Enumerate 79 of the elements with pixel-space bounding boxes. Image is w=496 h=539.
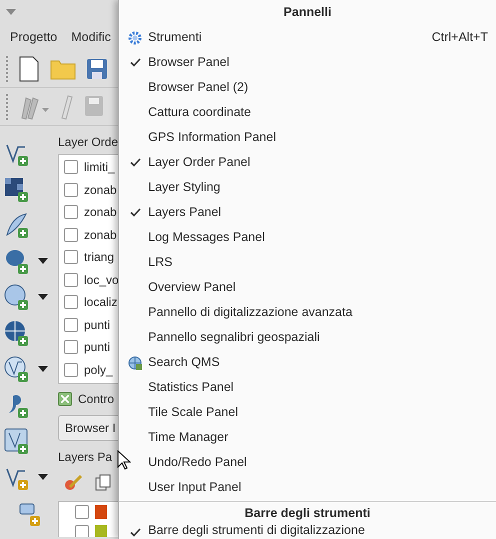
layer-name[interactable]: poly_ [84, 360, 113, 379]
layer-name[interactable]: zonab [84, 203, 117, 222]
gear-icon [128, 30, 142, 44]
menu-item[interactable]: Barre degli strumenti di digitalizzazione [119, 522, 496, 539]
layer-name[interactable]: zonab [84, 226, 117, 244]
menu-item-label: Barre degli strumenti di digitalizzazione [148, 522, 366, 539]
checkbox[interactable] [64, 228, 78, 242]
menu-item-label: Log Messages Panel [148, 229, 266, 246]
menu-item[interactable]: Modific [71, 28, 111, 46]
vector-box-icon[interactable] [4, 428, 30, 454]
menu-item-label: LRS [148, 254, 174, 272]
checkbox[interactable] [58, 392, 72, 406]
checkbox[interactable] [64, 160, 78, 174]
copy-layer-icon[interactable] [94, 474, 111, 492]
menu-item-label: Browser Panel (2) [148, 79, 250, 96]
menu-item-label: Statistics Panel [148, 379, 235, 396]
menu-item-label: Search QMS [148, 354, 221, 372]
save-icon[interactable] [86, 58, 108, 80]
menu-item[interactable]: Layers Panel [119, 200, 496, 225]
menu-item[interactable]: Search QMS [119, 350, 496, 375]
panel-title: Layers Pa [58, 449, 112, 466]
menu-item-label: Pannello segnalibri geospaziali [148, 329, 321, 346]
menu-item-label: Layers Panel [148, 204, 222, 222]
menu-section-title: Barre degli strumenti [244, 505, 372, 522]
feather-icon[interactable] [4, 212, 30, 238]
menu-item[interactable]: Progetto [10, 28, 58, 46]
menu-item-label: Overview Panel [148, 279, 237, 296]
dropdown-arrow-icon[interactable] [38, 258, 48, 264]
shortcut-label: Ctrl+Alt+T [432, 29, 488, 46]
menu-item-label: Layer Styling [148, 179, 222, 196]
menu-section-title: Pannelli [282, 4, 332, 21]
layer-name[interactable]: loc_vo [84, 270, 119, 289]
menu-item-label: Browser Panel [148, 54, 230, 72]
menu-item-label: Layer Order Panel [148, 154, 252, 172]
dropdown-arrow-icon[interactable] [38, 474, 48, 480]
checkbox[interactable] [64, 272, 78, 287]
checkbox[interactable] [64, 318, 78, 332]
menu-item[interactable]: Strumenti Ctrl+Alt+T [119, 25, 496, 50]
checkbox[interactable] [75, 505, 89, 519]
layer-name[interactable]: triang [84, 248, 114, 266]
dropdown-arrow-icon[interactable] [38, 366, 48, 372]
menu-item-label: User Input Panel [148, 479, 242, 496]
menu-item-label: Strumenti [148, 29, 203, 46]
checkbox[interactable] [64, 182, 78, 197]
menu-item[interactable]: GPS Information Panel [119, 125, 496, 150]
menu-item-label: Pannello di digitalizzazione avanzata [148, 304, 354, 322]
checkbox[interactable] [75, 525, 89, 537]
layer-name[interactable]: zonab [84, 180, 117, 199]
menu-item[interactable]: Statistics Panel [119, 375, 496, 400]
menu-item[interactable]: Layer Order Panel [119, 150, 496, 175]
menu-item[interactable]: Overview Panel [119, 275, 496, 300]
menu-item[interactable]: Pannello segnalibri geospaziali [119, 325, 496, 350]
new-file-icon[interactable] [18, 56, 40, 82]
menu-item[interactable]: Layer Styling [119, 175, 496, 200]
menu-item-label: Cattura coordinate [148, 104, 252, 122]
layer-name[interactable]: punti [84, 338, 110, 356]
checkbox-label: Contro [78, 390, 114, 408]
panel-title: Layer Orde [58, 134, 118, 151]
layer-name[interactable]: localiz [84, 293, 118, 312]
paintbrush-icon[interactable] [64, 475, 82, 491]
menu-item[interactable]: Pannello di digitalizzazione avanzata [119, 300, 496, 325]
checkbox[interactable] [64, 250, 78, 264]
menu-item[interactable]: Cattura coordinate [119, 100, 496, 125]
menu-item[interactable]: Log Messages Panel [119, 225, 496, 250]
layer-name[interactable]: punti [84, 316, 110, 334]
layer-name[interactable]: limiti_ [84, 158, 115, 176]
menu-item-label: GPS Information Panel [148, 129, 277, 146]
menu-item[interactable]: LRS [119, 250, 496, 275]
checkbox[interactable] [64, 362, 78, 377]
menu-item[interactable]: Browser Panel (2) [119, 75, 496, 100]
raster-layer-icon[interactable] [4, 176, 30, 202]
checkbox[interactable] [64, 340, 78, 354]
checkbox[interactable] [64, 205, 78, 220]
checkbox[interactable] [64, 295, 78, 310]
vector-globe-icon[interactable] [4, 356, 30, 382]
menu-item[interactable]: User Input Panel [119, 475, 496, 500]
menu-item-label: Undo/Redo Panel [148, 454, 248, 472]
menu-item[interactable]: Browser Panel [119, 50, 496, 75]
dropdown-arrow-icon[interactable] [38, 294, 48, 300]
